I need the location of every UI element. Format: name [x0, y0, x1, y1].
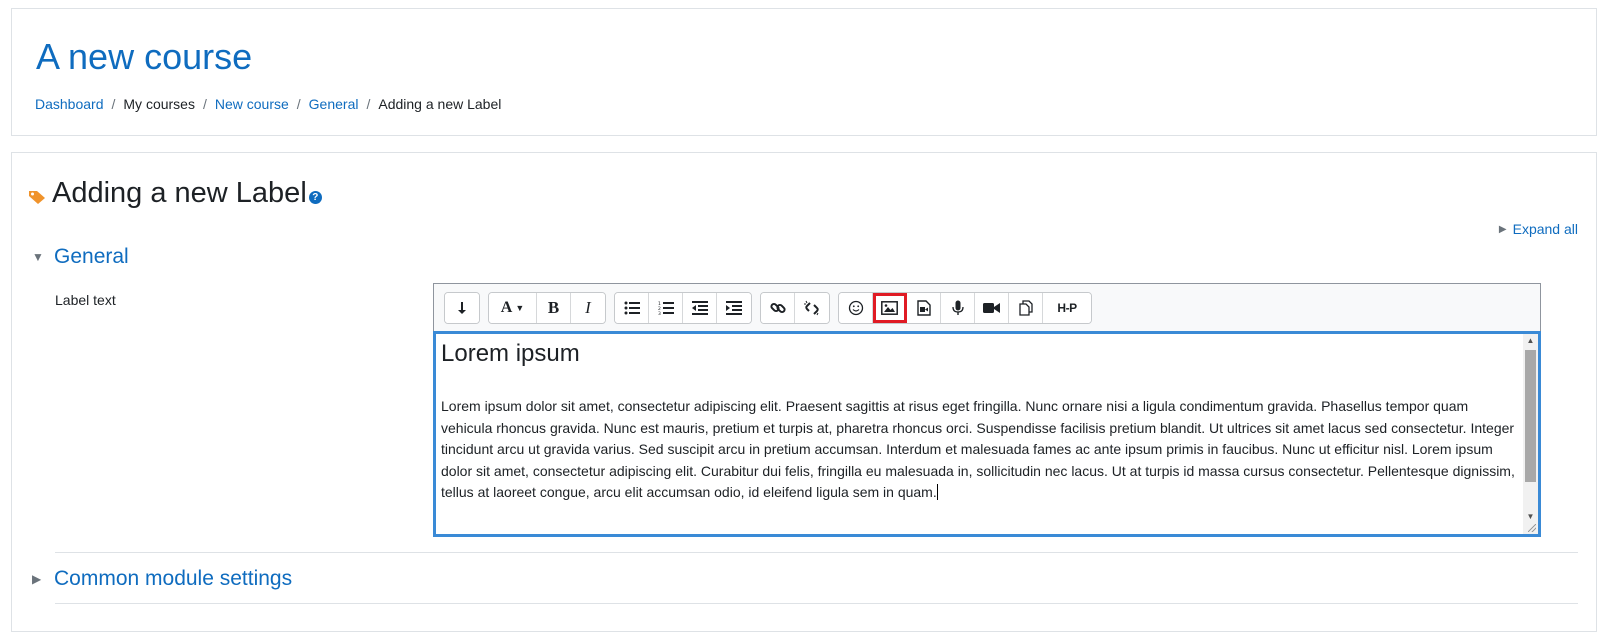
image-icon	[881, 300, 898, 315]
h5p-icon: H-P	[1057, 300, 1077, 315]
outdent-icon	[691, 300, 708, 315]
editor-paragraph-text: Lorem ipsum dolor sit amet, consectetur …	[441, 398, 1515, 501]
resize-handle-icon[interactable]	[1528, 524, 1536, 532]
ordered-list-button[interactable]: 1 2 3	[649, 292, 683, 323]
breadcrumb-separator: /	[202, 96, 207, 112]
editor-toolbar: A ▼ B I 1 2 3 H-P	[433, 283, 1541, 331]
expand-all-label: Expand all	[1512, 221, 1578, 237]
breadcrumb-new-course[interactable]: New course	[215, 96, 289, 112]
caret-down-icon: ▼	[32, 250, 44, 264]
breadcrumb-my-courses: My courses	[123, 96, 195, 112]
bold-label: B	[547, 297, 560, 317]
editor-paragraph[interactable]: Lorem ipsum dolor sit amet, consectetur …	[441, 396, 1516, 504]
section-divider	[55, 552, 1578, 553]
main-content: Adding a new Label ? ▶ Expand all ▼ Gene…	[11, 152, 1597, 632]
link-button[interactable]	[761, 292, 795, 323]
breadcrumb-separator: /	[111, 96, 116, 112]
editor-heading[interactable]: Lorem ipsum	[441, 340, 1516, 368]
link-icon	[769, 302, 786, 313]
expand-all-link[interactable]: ▶ Expand all	[1499, 221, 1578, 237]
toolbar-group-media: H-P	[838, 291, 1092, 324]
breadcrumb: Dashboard / My courses / New course / General /…	[35, 96, 501, 112]
course-title[interactable]: A new course	[36, 39, 252, 75]
font-style-label: A	[500, 298, 513, 316]
section-common-header[interactable]: ▶ Common module settings	[32, 567, 292, 591]
paragraph-styles-button[interactable]: A ▼	[489, 292, 537, 323]
files-icon	[1018, 299, 1033, 316]
section-general-title: General	[54, 245, 129, 268]
help-icon[interactable]: ?	[308, 191, 322, 204]
breadcrumb-general[interactable]: General	[309, 96, 359, 112]
outdent-button[interactable]	[683, 292, 717, 323]
chevron-down-icon: ▼	[515, 302, 525, 313]
microphone-icon	[951, 300, 964, 315]
italic-button[interactable]: I	[571, 292, 605, 323]
record-audio-button[interactable]	[941, 292, 975, 323]
editor-content[interactable]: Lorem ipsum Lorem ipsum dolor sit amet, …	[441, 340, 1516, 534]
manage-files-button[interactable]	[1009, 292, 1043, 323]
label-text-label: Label text	[55, 292, 116, 308]
editor-scrollbar[interactable]: ▲ ▼	[1523, 334, 1538, 534]
record-video-button[interactable]	[975, 292, 1009, 323]
section-general-header[interactable]: ▼ General	[32, 245, 129, 269]
scrollbar-thumb[interactable]	[1525, 350, 1536, 482]
page-heading: Adding a new Label ?	[28, 177, 322, 210]
section-common-title: Common module settings	[54, 567, 293, 590]
page-header: A new course Dashboard / My courses / New co…	[11, 8, 1597, 136]
unlink-button[interactable]	[795, 292, 829, 323]
video-camera-icon	[983, 302, 1000, 313]
text-editor: A ▼ B I 1 2 3 H-P Lorem ipsum Lorem ipsu…	[433, 283, 1541, 537]
smiley-icon	[848, 300, 863, 315]
breadcrumb-current: Adding a new Label	[378, 96, 502, 112]
tag-icon	[29, 190, 45, 204]
toolbar-group-lists: 1 2 3	[614, 291, 752, 324]
svg-text:3: 3	[658, 311, 661, 315]
arrow-down-icon	[458, 301, 466, 314]
section-divider	[55, 603, 1578, 604]
caret-right-icon: ▶	[32, 572, 42, 586]
toolbar-group-links	[760, 291, 830, 324]
emoticon-button[interactable]	[839, 292, 873, 323]
breadcrumb-dashboard[interactable]: Dashboard	[35, 96, 104, 112]
unlink-icon	[804, 300, 819, 315]
unordered-list-button[interactable]	[615, 292, 649, 323]
toolbar-group-collapse	[444, 291, 480, 324]
numbered-list-icon: 1 2 3	[658, 301, 674, 315]
caret-right-icon: ▶	[1498, 223, 1507, 235]
breadcrumb-separator: /	[366, 96, 371, 112]
insert-image-button[interactable]	[873, 292, 907, 323]
breadcrumb-separator: /	[296, 96, 301, 112]
bullet-list-icon	[624, 301, 640, 314]
show-more-buttons-button[interactable]	[445, 292, 479, 323]
text-caret	[936, 484, 938, 501]
page-title: Adding a new Label	[52, 177, 307, 209]
toolbar-group-style: A ▼ B I	[488, 291, 606, 324]
editor-content-area[interactable]: Lorem ipsum Lorem ipsum dolor sit amet, …	[433, 331, 1541, 537]
media-file-icon	[916, 299, 931, 316]
indent-icon	[726, 300, 742, 315]
insert-h5p-button[interactable]: H-P	[1043, 292, 1091, 323]
scroll-down-icon[interactable]: ▼	[1523, 510, 1538, 524]
insert-media-button[interactable]	[907, 292, 941, 323]
indent-button[interactable]	[717, 292, 751, 323]
scroll-up-icon[interactable]: ▲	[1523, 334, 1538, 348]
bold-button[interactable]: B	[537, 292, 571, 323]
italic-label: I	[585, 297, 591, 317]
